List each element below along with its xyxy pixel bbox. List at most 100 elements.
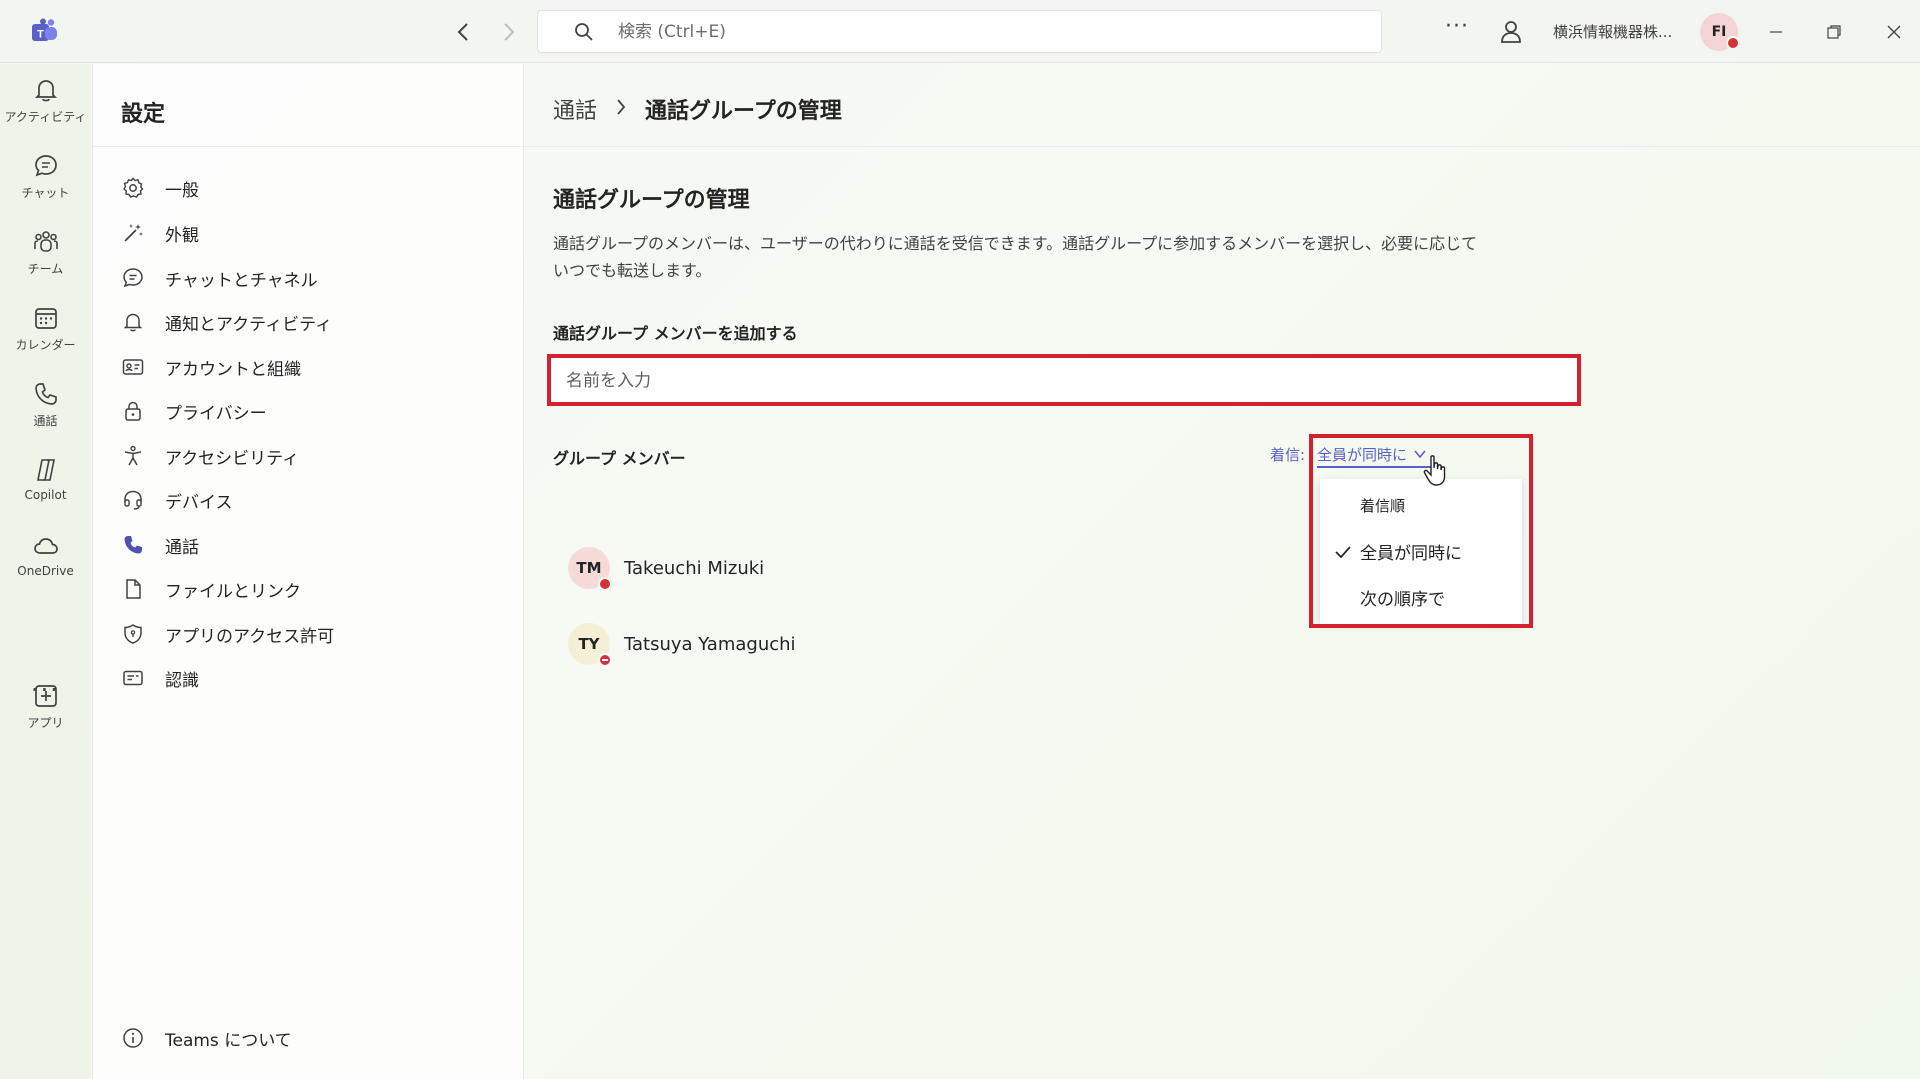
settings-item-app-permissions[interactable]: アプリのアクセス許可 [121, 618, 334, 650]
group-members-label: グループ メンバー [553, 449, 686, 468]
member-initials: TY [578, 635, 600, 653]
back-button[interactable] [449, 18, 477, 46]
close-window-button[interactable] [1880, 18, 1908, 46]
search-input[interactable] [618, 17, 1318, 47]
breadcrumb-current: 通話グループの管理 [645, 99, 842, 124]
settings-item-label: 認識 [165, 670, 199, 691]
rail-item-label: OneDrive [17, 564, 74, 578]
rail-item-calls[interactable]: 通話 [0, 378, 91, 448]
restore-button[interactable] [1820, 18, 1848, 46]
rail-item-label: アプリ [27, 716, 64, 730]
rail-item-apps[interactable]: アプリ [0, 680, 91, 750]
restore-icon [1827, 25, 1841, 39]
rail-item-calendar[interactable]: カレンダー [0, 302, 91, 372]
profile-avatar[interactable]: FI [1700, 13, 1740, 51]
cloud-icon [33, 538, 58, 554]
copilot-icon [36, 459, 55, 481]
settings-item-label: 通話 [165, 537, 199, 558]
settings-item-privacy[interactable]: プライバシー [121, 395, 267, 427]
hand-cursor-icon [1423, 455, 1446, 486]
phone-icon [34, 383, 57, 405]
forward-button[interactable] [495, 18, 523, 46]
avatar-initials: FI [1711, 24, 1727, 40]
organization-name[interactable]: 横浜情報機器株... [1553, 21, 1672, 42]
search-icon [575, 23, 593, 41]
status-dnd-indicator [598, 653, 612, 667]
divider [525, 146, 1920, 147]
settings-item-devices[interactable]: デバイス [121, 484, 233, 516]
settings-item-chat-channels[interactable]: チャットとチャネル [121, 262, 318, 294]
title-bar: T ··· 横浜情報機器株... FI [0, 0, 1920, 63]
group-member-row[interactable]: TY Tatsuya Yamaguchi [568, 622, 796, 667]
people-settings-icon[interactable] [1497, 18, 1525, 46]
member-avatar: TM [568, 547, 612, 591]
main-content: 通話 通話グループの管理 通話グループの管理 通話グループのメンバーは、ユーザー… [525, 64, 1920, 1079]
rail-item-onedrive[interactable]: OneDrive [0, 530, 91, 600]
settings-item-calls[interactable]: 通話 [121, 529, 199, 561]
divider [93, 146, 525, 147]
captions-icon [123, 670, 143, 686]
id-card-icon [122, 359, 144, 375]
highlight-box [1309, 434, 1533, 628]
rail-item-label: チーム [27, 262, 64, 276]
info-icon [123, 1028, 143, 1048]
teams-logo-icon[interactable]: T [30, 18, 60, 46]
chat-icon [123, 268, 143, 288]
member-name: Tatsuya Yamaguchi [624, 633, 796, 655]
close-icon [1887, 25, 1901, 39]
settings-item-label: 通知とアクティビティ [165, 314, 333, 335]
settings-item-label: デバイス [165, 492, 233, 513]
settings-item-label: アカウントと組織 [165, 359, 301, 380]
settings-item-notifications[interactable]: 通知とアクティビティ [121, 306, 332, 338]
rail-item-teams[interactable]: チーム [0, 226, 91, 296]
settings-item-accounts[interactable]: アカウントと組織 [121, 351, 301, 383]
chevron-left-icon [457, 23, 468, 41]
settings-item-label: プライバシー [165, 403, 267, 424]
chevron-right-icon [504, 23, 515, 41]
rail-item-copilot[interactable]: Copilot [0, 454, 91, 524]
minimize-button[interactable] [1762, 18, 1790, 46]
breadcrumb-chevron-icon [615, 97, 627, 121]
wand-icon [124, 224, 143, 242]
status-busy-indicator [598, 577, 612, 591]
more-options-button[interactable]: ··· [1445, 14, 1469, 39]
settings-title: 設定 [121, 102, 166, 127]
status-busy-indicator [1726, 36, 1740, 50]
settings-item-label: ファイルとリンク [165, 581, 301, 602]
add-member-label: 通話グループ メンバーを追加する [553, 324, 798, 343]
search-box[interactable] [537, 10, 1382, 53]
group-member-row[interactable]: TM Takeuchi Mizuki [568, 546, 764, 591]
rail-item-label: カレンダー [15, 338, 76, 352]
settings-item-appearance[interactable]: 外観 [121, 217, 199, 249]
add-member-field[interactable] [547, 354, 1581, 406]
shield-icon [124, 624, 142, 644]
settings-item-label: アクセシビリティ [165, 448, 300, 469]
settings-item-recognition[interactable]: 認識 [121, 662, 199, 694]
breadcrumb: 通話 通話グループの管理 [553, 93, 842, 125]
phone-icon [124, 536, 142, 554]
settings-item-accessibility[interactable]: アクセシビリティ [121, 440, 299, 472]
headset-icon [124, 490, 142, 510]
app-rail: アクティビティ チャット チーム カレンダー 通話 Copilot OneDri… [0, 64, 91, 1079]
section-description: 通話グループのメンバーは、ユーザーの代わりに通話を受信できます。通話グループに参… [553, 234, 1478, 280]
settings-item-label: アプリのアクセス許可 [165, 626, 335, 647]
member-avatar: TY [568, 623, 612, 667]
calendar-icon [34, 308, 57, 329]
file-icon [126, 579, 141, 599]
member-initials: TM [576, 559, 602, 577]
ringing-label: 着信: [1270, 446, 1306, 464]
settings-item-general[interactable]: 一般 [121, 172, 199, 204]
rail-item-activity[interactable]: アクティビティ [0, 74, 91, 144]
settings-item-files[interactable]: ファイルとリンク [121, 573, 301, 605]
breadcrumb-parent-link[interactable]: 通話 [553, 93, 597, 125]
rail-item-label: チャット [21, 186, 70, 200]
name-input[interactable] [566, 364, 1546, 398]
rail-item-label: Copilot [24, 488, 67, 502]
rail-item-label: アクティビティ [4, 110, 87, 124]
svg-text:T: T [37, 29, 44, 41]
chat-icon [34, 155, 57, 177]
bell-icon [34, 80, 57, 102]
gear-icon [123, 177, 144, 198]
about-teams-link[interactable]: Teams について [121, 1022, 292, 1054]
rail-item-chat[interactable]: チャット [0, 150, 91, 220]
